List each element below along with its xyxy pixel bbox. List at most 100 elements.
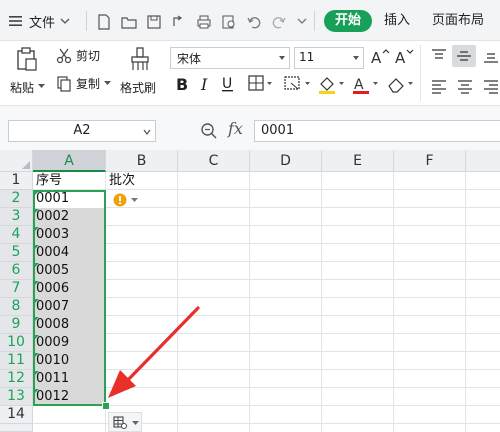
tab-insert[interactable]: 插入 (384, 10, 410, 32)
svg-text:U: U (222, 76, 232, 92)
fill-color-icon[interactable] (318, 75, 346, 95)
fx-label[interactable]: fx (228, 119, 243, 138)
paste-icon (17, 47, 37, 71)
row-header-15[interactable] (0, 424, 33, 432)
svg-text:B: B (176, 75, 188, 93)
row-header-9[interactable]: 9 (0, 316, 33, 334)
font-size-select[interactable]: 11 (294, 47, 364, 69)
save-icon[interactable] (146, 14, 162, 30)
format-painter-button[interactable]: 格式刷 (118, 45, 162, 101)
column-header-c[interactable]: C (178, 150, 250, 172)
formula-bar: A2 fx 0001 (0, 106, 500, 151)
annotation-arrow-icon (108, 306, 200, 398)
row-header-6[interactable]: 6 (0, 262, 33, 280)
align-bottom-icon[interactable] (482, 47, 500, 65)
print-preview-icon[interactable] (221, 14, 237, 30)
paste-button[interactable]: 粘贴 (10, 45, 45, 101)
quick-access-dropdown-icon[interactable] (297, 17, 307, 25)
copy-icon (57, 75, 71, 92)
select-all-corner[interactable] (0, 150, 33, 172)
print-icon[interactable] (196, 14, 212, 30)
italic-icon[interactable]: I (198, 75, 214, 93)
format-painter-icon (131, 47, 149, 70)
row-header-2[interactable]: 2 (0, 190, 33, 208)
row-header-1[interactable]: 1 (0, 172, 33, 190)
column-header-b[interactable]: B (106, 150, 178, 172)
align-right-icon[interactable] (482, 77, 500, 95)
cell-b1[interactable]: 批次 (107, 172, 177, 190)
tab-page-layout[interactable]: 页面布局 (432, 10, 484, 32)
underline-icon[interactable]: U (220, 75, 236, 93)
file-menu-button[interactable]: 文件 (8, 10, 70, 32)
paste-label: 粘贴 (10, 81, 35, 95)
tab-home[interactable]: 开始 (324, 10, 373, 32)
cell-a1[interactable]: 序号 (34, 172, 104, 190)
eraser-icon[interactable] (386, 75, 416, 95)
bold-icon[interactable]: B (174, 75, 190, 93)
open-folder-icon[interactable] (121, 14, 137, 30)
hamburger-icon (9, 16, 22, 26)
formula-value: 0001 (261, 123, 295, 138)
svg-text:A: A (395, 49, 406, 67)
chevron-down-icon (131, 198, 138, 202)
font-name-value: 宋体 (177, 52, 202, 66)
font-color-icon[interactable]: A (352, 75, 380, 95)
title-bar: 文件 开始 插入 页面布局 (0, 0, 500, 41)
decrease-font-icon[interactable]: A (394, 47, 414, 67)
row-header-14[interactable]: 14 (0, 406, 33, 424)
increase-font-icon[interactable]: A (370, 47, 390, 67)
column-header-g[interactable] (466, 150, 500, 172)
row-header-5[interactable]: 5 (0, 244, 33, 262)
row-header-11[interactable]: 11 (0, 352, 33, 370)
row-header-7[interactable]: 7 (0, 280, 33, 298)
row-header-8[interactable]: 8 (0, 298, 33, 316)
column-header-e[interactable]: E (322, 150, 394, 172)
align-middle-button[interactable] (452, 45, 476, 67)
align-left-icon[interactable] (430, 77, 448, 95)
copy-button[interactable]: 复制 (56, 75, 112, 92)
redo-icon[interactable] (271, 14, 287, 30)
row-header-12[interactable]: 12 (0, 370, 33, 388)
chevron-down-icon (143, 129, 151, 135)
row-header-10[interactable]: 10 (0, 334, 33, 352)
svg-text:I: I (200, 75, 208, 93)
chevron-down-icon (38, 84, 45, 88)
copy-label: 复制 (76, 77, 101, 91)
corner-triangle-icon (22, 161, 30, 169)
undo-icon[interactable] (246, 14, 262, 30)
align-middle-icon (457, 51, 471, 61)
column-header-a[interactable]: A (33, 150, 106, 172)
border-icon[interactable] (248, 75, 274, 93)
autofill-options-icon (113, 416, 127, 429)
new-file-icon[interactable] (96, 14, 112, 30)
svg-text:A: A (354, 77, 364, 93)
cell-style-icon[interactable] (284, 75, 312, 93)
warning-icon (113, 193, 127, 207)
cut-label: 剪切 (76, 49, 101, 63)
row-header-4[interactable]: 4 (0, 226, 33, 244)
cut-button[interactable]: 剪切 (56, 47, 100, 64)
format-painter-label: 格式刷 (120, 81, 157, 95)
font-name-select[interactable]: 宋体 (170, 47, 290, 69)
spreadsheet-grid[interactable]: A B C D E F 1 2 3 4 5 6 7 8 9 10 11 12 1… (0, 150, 500, 432)
name-box-value: A2 (73, 123, 91, 138)
name-box[interactable]: A2 (8, 120, 156, 142)
ribbon-toolbar: 粘贴 剪切 复制 格式刷 宋体 11 A A B I U A (0, 41, 500, 106)
align-top-icon[interactable] (430, 47, 448, 65)
export-icon[interactable] (171, 14, 187, 30)
auto-fill-options-button[interactable] (108, 412, 142, 432)
scissors-icon (56, 48, 72, 63)
chevron-down-icon (132, 421, 139, 425)
column-header-d[interactable]: D (250, 150, 322, 172)
selection-range-border (33, 190, 106, 406)
formula-input[interactable]: 0001 (254, 120, 500, 142)
chevron-down-icon (104, 81, 112, 85)
font-size-value: 11 (299, 50, 315, 64)
zoom-search-icon[interactable] (200, 122, 218, 140)
svg-text:A: A (371, 49, 382, 67)
align-center-icon[interactable] (456, 77, 474, 95)
row-header-13[interactable]: 13 (0, 388, 33, 406)
row-header-3[interactable]: 3 (0, 208, 33, 226)
column-header-f[interactable]: F (394, 150, 466, 172)
error-check-button[interactable] (113, 193, 141, 207)
